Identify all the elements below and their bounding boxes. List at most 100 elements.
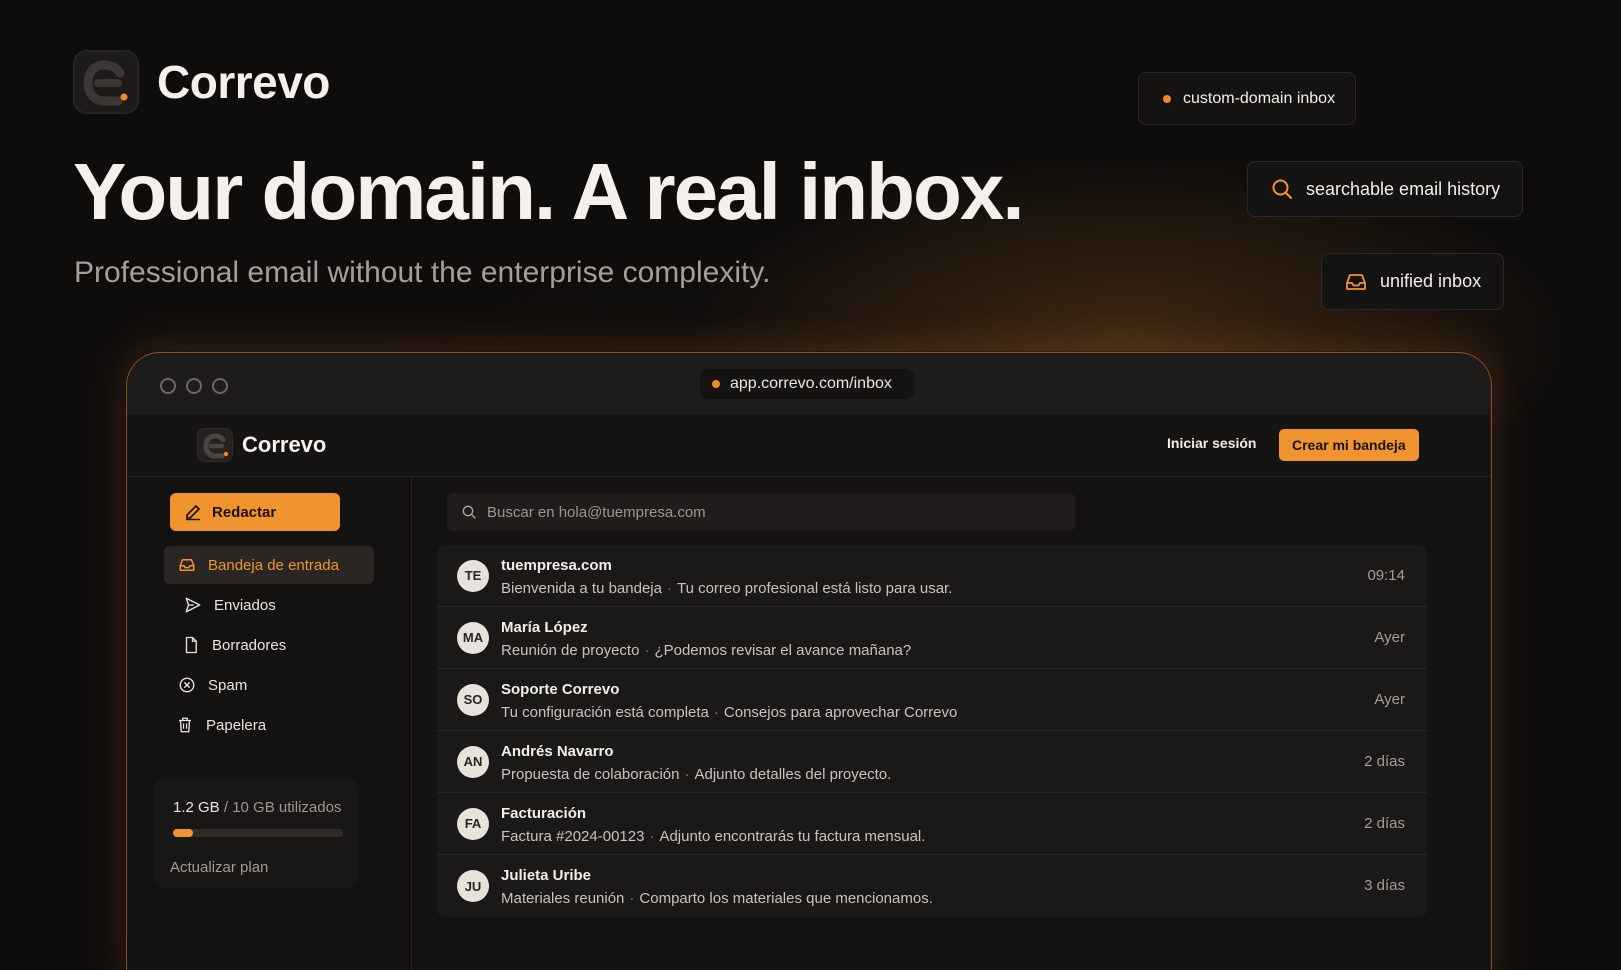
- search-placeholder: Buscar en hola@tuempresa.com: [487, 503, 706, 521]
- file-icon: [185, 636, 197, 654]
- email-time: Ayer: [1374, 691, 1405, 708]
- x-circle-icon: [179, 677, 195, 693]
- login-link[interactable]: Iniciar sesión: [1167, 435, 1256, 451]
- sidebar-item-label: Bandeja de entrada: [208, 556, 339, 574]
- sidebar-item-inbox[interactable]: Bandeja de entrada: [164, 546, 374, 584]
- feature-label: custom-domain inbox: [1183, 89, 1336, 107]
- email-row[interactable]: AN Andrés Navarro Propuesta de colaboració…: [437, 731, 1427, 793]
- email-subject: Bienvenida a tu bandeja: [501, 580, 662, 597]
- email-subject: Factura #2024-00123: [501, 828, 645, 845]
- avatar: SO: [457, 683, 489, 716]
- brand-name: Correvo: [157, 56, 330, 108]
- email-subject: Tu configuración está completa: [501, 704, 709, 721]
- email-sender: Julieta Uribe: [501, 867, 592, 884]
- email-sender: tuempresa.com: [501, 557, 612, 574]
- sidebar-item-label: Enviados: [214, 596, 276, 614]
- storage-progress-fill: [173, 829, 194, 837]
- trash-icon: [179, 717, 191, 733]
- avatar: AN: [457, 745, 489, 778]
- window-close-dot[interactable]: [160, 378, 176, 394]
- search-icon: [462, 505, 476, 519]
- email-row[interactable]: MA María López Reunión de proyecto · ¿Podemo…: [437, 607, 1427, 669]
- email-sender: Facturación: [501, 805, 587, 822]
- email-row[interactable]: FA Facturación Factura #2024-00123 · Adjunto…: [437, 793, 1427, 855]
- search-icon: [1272, 179, 1292, 199]
- email-sender: Andrés Navarro: [501, 743, 614, 760]
- storage-total: / 10 GB utilizados: [223, 799, 342, 816]
- separator: ·: [713, 704, 719, 721]
- sidebar-item-trash[interactable]: Papelera: [162, 706, 372, 744]
- app-brand-name: Correvo: [242, 432, 327, 457]
- brand: Correvo: [73, 50, 330, 114]
- separator: ·: [629, 890, 635, 907]
- email-time: 2 días: [1364, 753, 1405, 770]
- separator: ·: [649, 828, 655, 845]
- feature-pill-custom-domain: custom-domain inbox: [1138, 72, 1357, 125]
- email-preview: Adjunto detalles del proyecto.: [694, 766, 892, 783]
- hero-subtitle: Professional email without the enterpris…: [74, 256, 771, 289]
- search-input[interactable]: Buscar en hola@tuempresa.com: [447, 493, 1075, 531]
- storage-card: 1.2 GB / 10 GB utilizados Actualizar pla…: [155, 777, 357, 889]
- secure-dot-icon: [712, 380, 720, 388]
- url-text: app.correvo.com/inbox: [730, 375, 892, 392]
- sidebar-item-label: Papelera: [206, 716, 267, 734]
- separator: ·: [666, 580, 672, 597]
- correvo-logo-icon: [73, 50, 139, 114]
- feature-pill-search: searchable email history: [1247, 161, 1524, 217]
- email-subject: Propuesta de colaboración: [501, 766, 680, 783]
- email-summary: Bienvenida a tu bandeja · Tu correo profes…: [501, 580, 952, 597]
- email-row[interactable]: JU Julieta Uribe Materiales reunión · Compar…: [437, 855, 1427, 917]
- email-sender: Soporte Correvo: [501, 681, 620, 698]
- email-time: Ayer: [1374, 629, 1405, 646]
- orange-dot-icon: [1163, 94, 1171, 103]
- feature-label: searchable email history: [1306, 178, 1501, 199]
- app-brand[interactable]: Correvo: [197, 428, 326, 462]
- sidebar-item-drafts[interactable]: Borradores: [168, 626, 378, 664]
- email-summary: Tu configuración está completa · Consejos …: [501, 704, 957, 721]
- inbox-icon: [179, 559, 195, 571]
- email-row[interactable]: SO Soporte Correvo Tu configuración está c…: [437, 669, 1427, 731]
- email-summary: Materiales reunión · Comparto los material…: [501, 890, 933, 907]
- sidebar-item-label: Spam: [208, 676, 248, 694]
- edit-icon: [186, 505, 200, 521]
- email-summary: Reunión de proyecto · ¿Podemos revisar el …: [501, 642, 911, 659]
- avatar: MA: [457, 621, 489, 654]
- hero-title: Your domain. A real inbox.: [73, 147, 1025, 236]
- email-preview: Comparto los materiales que mencionamos.: [639, 890, 933, 907]
- email-summary: Propuesta de colaboración · Adjunto detall…: [501, 766, 891, 783]
- inbox-icon: [1346, 273, 1366, 290]
- compose-button[interactable]: Redactar: [170, 493, 340, 531]
- app-window: app.correvo.com/inbox Correvo Iniciar se…: [126, 352, 1492, 970]
- email-preview: ¿Podemos revisar el avance mañana?: [654, 642, 912, 659]
- sidebar-item-spam[interactable]: Spam: [164, 666, 374, 704]
- inbox-main: Buscar en hola@tuempresa.com TE tuempresa…: [413, 477, 1491, 970]
- app-content: Correvo Iniciar sesión Crear mi bandeja …: [127, 415, 1491, 970]
- sidebar-item-sent[interactable]: Enviados: [170, 586, 380, 624]
- email-preview: Tu correo profesional está listo para us…: [676, 580, 953, 597]
- browser-titlebar: app.correvo.com/inbox: [127, 353, 1491, 415]
- email-preview: Consejos para aprovechar Correvo: [723, 704, 958, 721]
- email-time: 2 días: [1364, 815, 1405, 832]
- storage-progress-bar: [173, 829, 343, 837]
- feature-pill-unified: unified inbox: [1321, 253, 1505, 310]
- address-bar[interactable]: app.correvo.com/inbox: [700, 369, 914, 399]
- email-sender: María López: [501, 619, 588, 636]
- window-maximize-dot[interactable]: [212, 378, 228, 394]
- email-row[interactable]: TE tuempresa.com Bienvenida a tu bandeja · T…: [437, 545, 1427, 607]
- separator: ·: [684, 766, 690, 783]
- upgrade-plan-link[interactable]: Actualizar plan: [170, 859, 268, 876]
- avatar: TE: [457, 559, 489, 592]
- email-time: 09:14: [1367, 567, 1405, 584]
- email-time: 3 días: [1364, 877, 1405, 894]
- email-subject: Materiales reunión: [501, 890, 625, 907]
- separator: ·: [644, 642, 650, 659]
- storage-used: 1.2 GB: [173, 799, 220, 816]
- window-minimize-dot[interactable]: [186, 378, 202, 394]
- create-inbox-button[interactable]: Crear mi bandeja: [1279, 429, 1419, 461]
- compose-label: Redactar: [212, 503, 277, 521]
- storage-usage: 1.2 GB / 10 GB utilizados: [173, 799, 341, 816]
- correvo-logo-icon: [197, 428, 233, 462]
- email-list: TE tuempresa.com Bienvenida a tu bandeja · T…: [437, 545, 1427, 917]
- avatar: FA: [457, 807, 489, 840]
- sidebar: Redactar Bandeja de entrada Enviados Bor…: [127, 477, 412, 970]
